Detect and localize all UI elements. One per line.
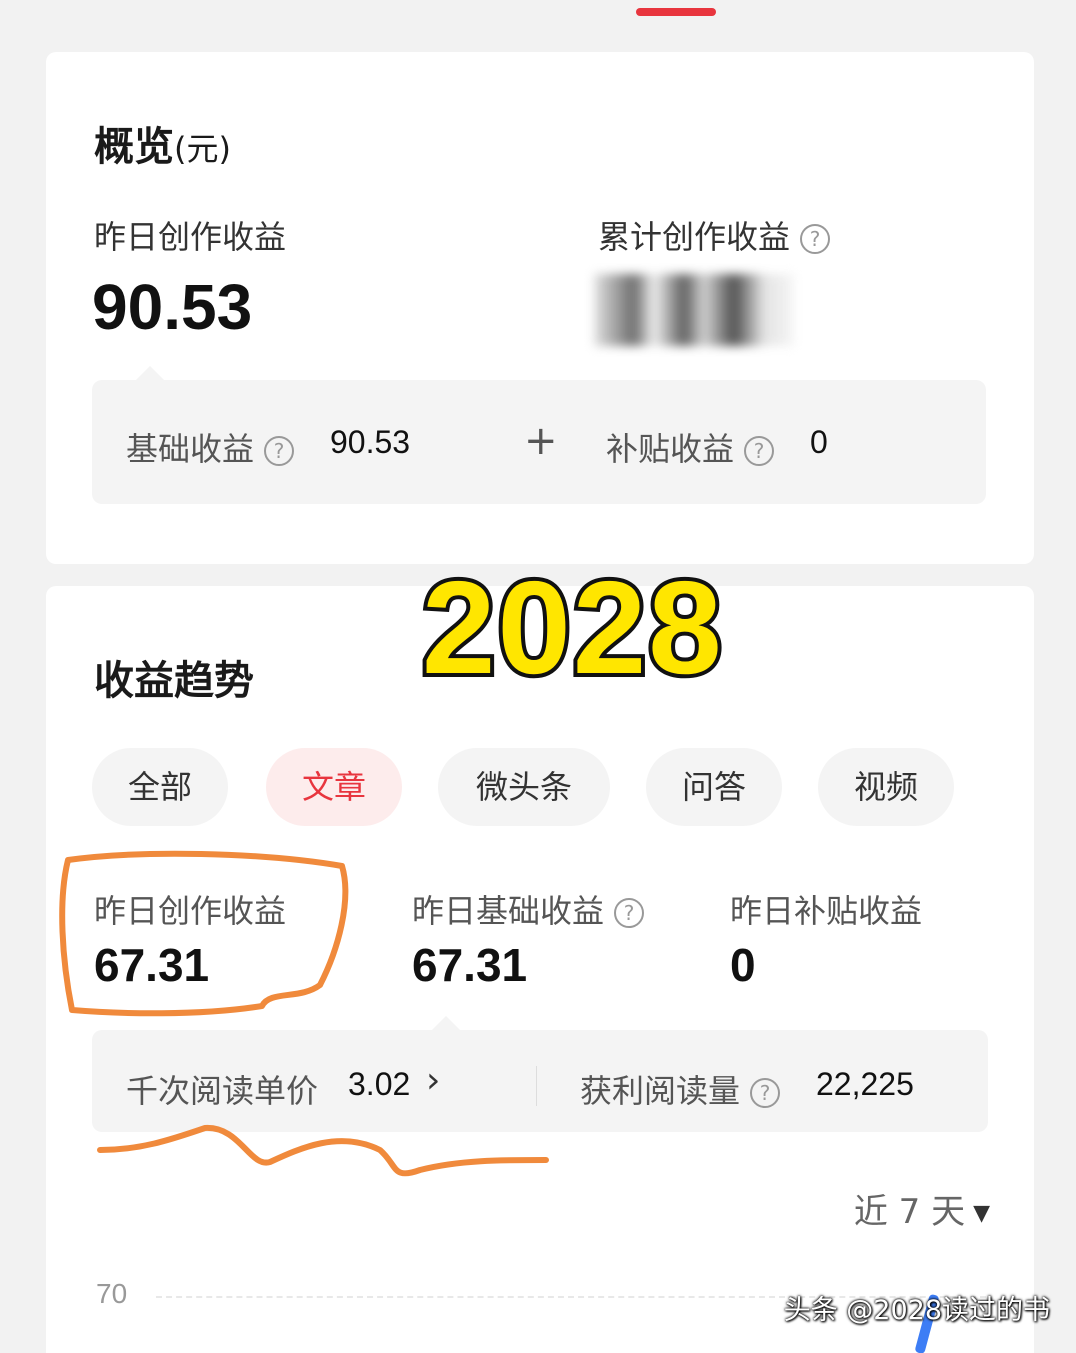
help-icon[interactable]: ? xyxy=(264,436,295,466)
tab-micro-posts[interactable]: 微头条 xyxy=(438,748,610,826)
rpm-label: 千次阅读单价 xyxy=(126,1072,319,1110)
plus-sign: + xyxy=(524,418,558,464)
read-metrics-box: 千次阅读单价 3.02 › 获利阅读量? 22,225 xyxy=(92,1016,988,1132)
overview-unit: (元) xyxy=(174,130,231,168)
total-earnings-label: 累计创作收益? xyxy=(598,212,831,258)
subsidy-earnings-label: 补贴收益? xyxy=(606,424,775,470)
overview-card: 概览(元) 昨日创作收益 90.53 累计创作收益? 基础收益? 90.53 +… xyxy=(46,52,1034,564)
help-icon[interactable]: ? xyxy=(614,898,645,928)
monetized-reads-label-text: 获利阅读量 xyxy=(580,1072,741,1110)
caret-down-icon: ▼ xyxy=(973,1201,990,1226)
earnings-breakdown-box: 基础收益? 90.53 + 补贴收益? 0 xyxy=(92,366,986,504)
tab-qa[interactable]: 问答 xyxy=(646,748,782,826)
attribution-watermark: 头条 @2028读过的书 xyxy=(783,1295,1050,1326)
tab-all[interactable]: 全部 xyxy=(92,748,228,826)
overview-title: 概览(元) xyxy=(94,114,231,172)
stat-yesterday-base-label-text: 昨日基础收益 xyxy=(412,892,605,930)
date-range-label: 近 7 天 xyxy=(853,1192,966,1232)
help-icon[interactable]: ? xyxy=(800,224,831,254)
yesterday-earnings-value: 90.53 xyxy=(92,271,253,343)
date-range-select[interactable]: 近 7 天 ▼ xyxy=(854,1184,990,1233)
monetized-reads-value: 22,225 xyxy=(816,1066,914,1102)
help-icon[interactable]: ? xyxy=(744,436,775,466)
stat-yesterday-creation-label: 昨日创作收益 xyxy=(94,892,287,930)
stat-yesterday-subsidy-label: 昨日补贴收益 xyxy=(730,892,923,930)
earnings-trend-card: 收益趋势 2028 全部 文章 微头条 问答 视频 昨日创作收益 67.31 昨… xyxy=(46,550,1034,1353)
y-axis-tick-label: 70 xyxy=(96,1278,128,1309)
stat-yesterday-subsidy-value: 0 xyxy=(730,939,756,991)
tab-video[interactable]: 视频 xyxy=(818,748,954,826)
subsidy-earnings-value: 0 xyxy=(810,424,828,460)
watermark-2028: 2028 xyxy=(418,550,726,705)
total-earnings-label-text: 累计创作收益 xyxy=(598,218,791,256)
top-tab-indicator xyxy=(636,8,716,16)
yesterday-earnings-label: 昨日创作收益 xyxy=(94,218,287,256)
monetized-reads-label: 获利阅读量? xyxy=(580,1066,781,1112)
chevron-right-icon[interactable]: › xyxy=(426,1060,440,1101)
help-icon[interactable]: ? xyxy=(750,1078,781,1108)
stat-yesterday-creation-value: 67.31 xyxy=(94,939,210,991)
stat-yesterday-base-value: 67.31 xyxy=(412,939,528,991)
base-earnings-label-text: 基础收益 xyxy=(126,430,255,468)
base-earnings-value: 90.53 xyxy=(330,424,411,460)
blurred-total-value xyxy=(594,274,794,346)
stat-yesterday-base-label: 昨日基础收益? xyxy=(412,886,645,932)
trend-title: 收益趋势 xyxy=(94,658,254,704)
overview-title-text: 概览 xyxy=(94,124,174,170)
base-earnings-label: 基础收益? xyxy=(126,424,295,470)
subsidy-earnings-label-text: 补贴收益 xyxy=(606,430,735,468)
rpm-value: 3.02 xyxy=(348,1066,411,1102)
divider xyxy=(536,1066,537,1106)
tab-articles[interactable]: 文章 xyxy=(266,748,402,826)
